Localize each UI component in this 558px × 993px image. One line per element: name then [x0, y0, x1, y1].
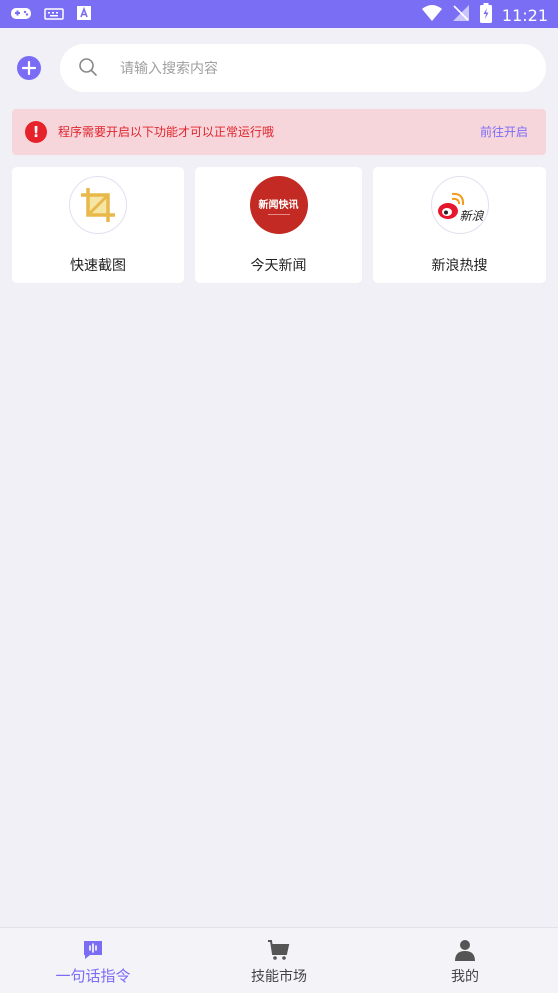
nav-skill-market[interactable]: 技能市场: [186, 928, 372, 993]
weibo-icon: 新浪: [430, 176, 489, 234]
bottom-navigation: 一句话指令 技能市场 我的: [0, 927, 558, 993]
nav-label: 技能市场: [251, 969, 307, 985]
font-a-icon: [76, 5, 92, 25]
nav-label: 一句话指令: [55, 967, 131, 985]
nav-mine[interactable]: 我的: [372, 928, 558, 993]
keyboard-icon: [44, 6, 64, 25]
news-logo-icon: 新闻快讯: [249, 176, 308, 234]
search-icon: [78, 57, 98, 81]
cart-icon: [267, 938, 291, 962]
search-bar[interactable]: [60, 44, 546, 94]
tile-today-news[interactable]: 新闻快讯 今天新闻: [195, 167, 362, 283]
tile-label: 快速截图: [70, 258, 126, 274]
exclamation-icon: !: [25, 121, 47, 143]
nav-voice-command[interactable]: 一句话指令: [0, 928, 186, 993]
main-content: [0, 28, 558, 928]
user-icon: [453, 938, 477, 962]
tile-quick-screenshot[interactable]: 快速截图: [12, 167, 184, 283]
gamepad-icon: [10, 5, 32, 25]
search-input[interactable]: [118, 44, 522, 94]
wifi-icon: [421, 4, 442, 26]
go-enable-link[interactable]: 前往开启: [480, 123, 528, 140]
tile-label: 今天新闻: [250, 258, 307, 274]
crop-icon: [69, 176, 127, 234]
no-signal-icon: [452, 4, 470, 26]
tile-sina-hot-search[interactable]: 新浪 新浪热搜: [373, 167, 546, 283]
battery-charging-icon: [479, 3, 492, 27]
permission-alert: ! 程序需要开启以下功能才可以正常运行哦 前往开启: [12, 109, 546, 155]
voice-command-icon: [81, 938, 105, 962]
tile-label: 新浪热搜: [431, 258, 488, 274]
status-bar: 11:21: [0, 0, 558, 28]
plus-icon: [22, 61, 36, 75]
status-time: 11:21: [501, 5, 548, 25]
add-button[interactable]: [17, 56, 41, 80]
nav-label: 我的: [451, 969, 479, 985]
alert-message: 程序需要开启以下功能才可以正常运行哦: [58, 125, 275, 139]
